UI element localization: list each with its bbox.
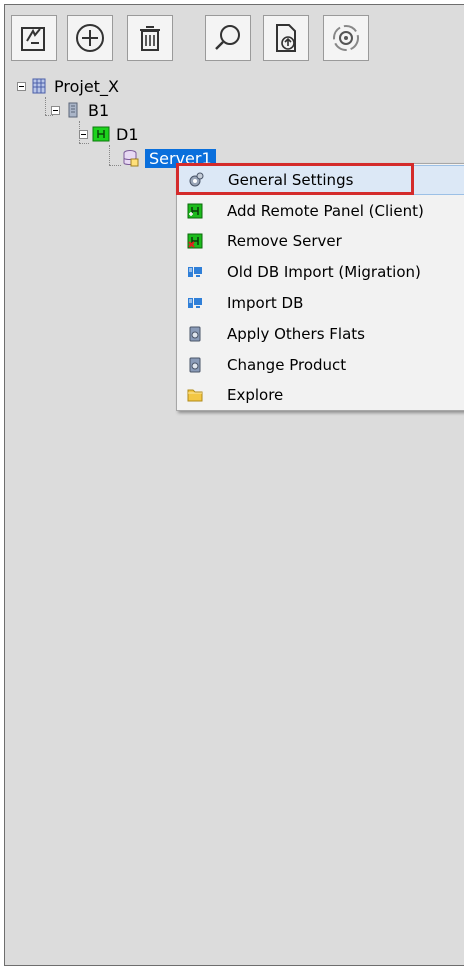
db-import-icon: [188, 298, 202, 308]
menu-item-apply-others-flats[interactable]: Apply Others Flats: [177, 319, 464, 349]
tree-node-label: B1: [88, 100, 110, 120]
remove-server-icon: [187, 233, 203, 249]
delete-button[interactable]: [127, 15, 173, 61]
menu-item-add-remote-panel[interactable]: Add Remote Panel (Client): [177, 196, 464, 226]
tree-node-building[interactable]: B1: [51, 99, 109, 121]
tree-node-label: D1: [116, 124, 139, 144]
refresh-gear-icon: [333, 25, 359, 51]
sync-button[interactable]: [323, 15, 369, 61]
apply-flats-icon: [189, 326, 201, 342]
building-icon: [32, 78, 46, 94]
context-menu: General Settings Add Remote Panel (Clien…: [176, 163, 464, 411]
menu-item-change-product[interactable]: Change Product: [177, 350, 464, 380]
upload-button[interactable]: [263, 15, 309, 61]
menu-item-explore[interactable]: Explore: [177, 380, 464, 410]
add-icon: [76, 24, 104, 52]
panel-icon: [92, 126, 110, 142]
add-button[interactable]: [67, 15, 113, 61]
menu-item-label: Explore: [227, 386, 284, 404]
menu-item-label: Apply Others Flats: [227, 325, 365, 343]
db-import-icon: [188, 267, 202, 277]
menu-item-label: Remove Server: [227, 232, 342, 250]
collapse-icon[interactable]: [79, 129, 88, 139]
edit-icon: [21, 27, 45, 51]
trash-icon: [140, 26, 160, 51]
tree-node-label: Projet_X: [54, 76, 119, 96]
menu-item-label: Old DB Import (Migration): [227, 263, 421, 281]
highlight-annotation-box: [176, 163, 414, 195]
search-button[interactable]: [205, 15, 251, 61]
tree-node-device[interactable]: D1: [79, 123, 139, 145]
collapse-icon[interactable]: [51, 105, 60, 115]
tree-node-project[interactable]: Projet_X: [17, 75, 119, 97]
search-icon: [215, 25, 240, 50]
menu-item-remove-server[interactable]: Remove Server: [177, 226, 464, 256]
folder-icon: [187, 389, 203, 402]
menu-item-label: Change Product: [227, 356, 347, 374]
menu-item-label: Add Remote Panel (Client): [227, 202, 424, 220]
edit-button[interactable]: [11, 15, 57, 61]
building-icon: [68, 102, 78, 118]
add-panel-icon: [187, 203, 203, 219]
menu-item-label: Import DB: [227, 294, 304, 312]
menu-item-import-db[interactable]: Import DB: [177, 288, 464, 318]
change-product-icon: [189, 357, 201, 373]
collapse-icon[interactable]: [17, 81, 26, 91]
database-icon: [123, 150, 139, 167]
menu-item-old-db-import[interactable]: Old DB Import (Migration): [177, 257, 464, 287]
upload-document-icon: [276, 24, 296, 52]
explorer-panel: Projet_X B1 D1 Server1: [4, 4, 464, 966]
